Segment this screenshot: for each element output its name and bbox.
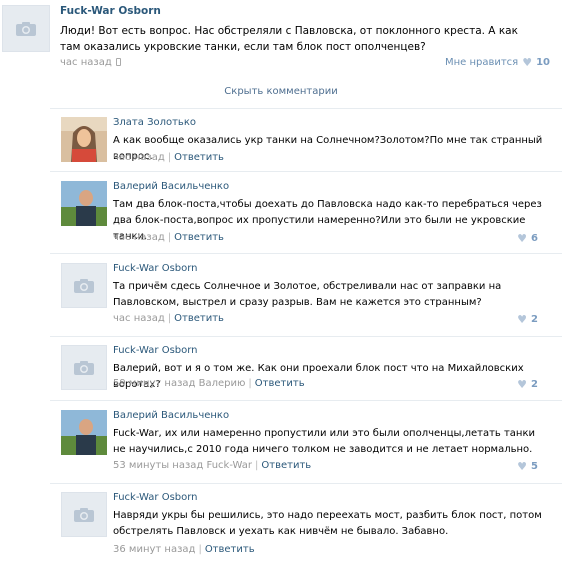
comment-author[interactable]: Fuck-War Osborn: [113, 263, 198, 274]
like-button[interactable]: ♥ 2: [517, 313, 538, 326]
reply-link[interactable]: Ответить: [261, 460, 311, 471]
comment-meta: час назад | Ответить: [113, 152, 224, 163]
divider: [50, 336, 562, 337]
heart-icon: ♥: [517, 460, 528, 473]
divider: [50, 253, 562, 254]
mobile-icon: [115, 58, 121, 66]
comment-time[interactable]: час назад: [113, 232, 165, 243]
comment-meta: 36 минут назад | Ответить: [113, 544, 255, 555]
like-count: 6: [531, 233, 538, 244]
heart-icon: ♥: [517, 232, 528, 245]
comment-author[interactable]: Fuck-War Osborn: [113, 345, 198, 356]
avatar[interactable]: [2, 5, 50, 52]
like-button[interactable]: ♥ 6: [517, 232, 538, 245]
heart-icon: ♥: [517, 378, 528, 391]
reply-link[interactable]: Ответить: [174, 152, 224, 163]
divider: [50, 483, 562, 484]
comment-text: Fuck-War, их или намеренно пропустили ил…: [113, 428, 536, 455]
avatar[interactable]: [61, 181, 107, 226]
comment-author[interactable]: Валерий Васильченко: [113, 410, 229, 421]
post-time[interactable]: час назад: [60, 57, 121, 68]
camera-icon: [74, 360, 94, 375]
comment-time[interactable]: час назад: [113, 313, 165, 324]
comment-author[interactable]: Валерий Васильченко: [113, 181, 229, 192]
avatar[interactable]: [61, 345, 107, 390]
comment-time[interactable]: 36 минут назад: [113, 544, 195, 555]
comment-text: Навряди укры бы решились, это надо перее…: [113, 510, 542, 537]
main-post: Fuck-War Osborn Люди! Вот есть вопрос. Н…: [0, 0, 562, 78]
like-button[interactable]: ♥ 2: [517, 378, 538, 391]
camera-icon: [74, 278, 94, 293]
avatar[interactable]: [61, 117, 107, 162]
reply-link[interactable]: Ответить: [174, 232, 224, 243]
like-label: Мне нравится: [444, 57, 519, 68]
post-time-label[interactable]: час назад: [60, 57, 112, 68]
comment-meta: 59 минут назад Валерию | Ответить: [113, 378, 305, 389]
divider: [50, 171, 562, 172]
avatar[interactable]: [61, 492, 107, 537]
camera-icon: [74, 507, 94, 522]
reply-link[interactable]: Ответить: [205, 544, 255, 555]
comment-meta: 53 минуты назад Fuck-War | Ответить: [113, 460, 312, 471]
divider: [50, 108, 562, 109]
divider: [50, 400, 562, 401]
hide-comments-link[interactable]: Скрыть комментарии: [0, 86, 562, 97]
comment-time[interactable]: 53 минуты назад Fuck-War: [113, 460, 252, 471]
like-button[interactable]: Мне нравится ♥ 10: [445, 56, 550, 69]
like-button[interactable]: ♥ 5: [517, 460, 538, 473]
camera-icon: [16, 21, 36, 36]
comment-author[interactable]: Fuck-War Osborn: [113, 492, 198, 503]
comment-time[interactable]: 59 минут назад Валерию: [113, 378, 245, 389]
like-count: 10: [536, 57, 550, 68]
avatar[interactable]: [61, 410, 107, 455]
reply-link[interactable]: Ответить: [255, 378, 305, 389]
like-count: 2: [531, 379, 538, 390]
comment-meta: час назад | Ответить: [113, 313, 224, 324]
post-text: Люди! Вот есть вопрос. Нас обстреляли с …: [60, 25, 518, 53]
like-count: 2: [531, 314, 538, 325]
post-author[interactable]: Fuck-War Osborn: [60, 5, 161, 17]
heart-icon: ♥: [517, 313, 528, 326]
reply-link[interactable]: Ответить: [174, 313, 224, 324]
comment-text: Та причём сдесь Солнечное и Золотое, обс…: [113, 281, 502, 308]
comment-author[interactable]: Злата Золотько: [113, 117, 196, 128]
avatar[interactable]: [61, 263, 107, 308]
comment-time[interactable]: час назад: [113, 152, 165, 163]
comment-meta: час назад | Ответить: [113, 232, 224, 243]
like-count: 5: [531, 461, 538, 472]
heart-icon: ♥: [522, 56, 533, 69]
